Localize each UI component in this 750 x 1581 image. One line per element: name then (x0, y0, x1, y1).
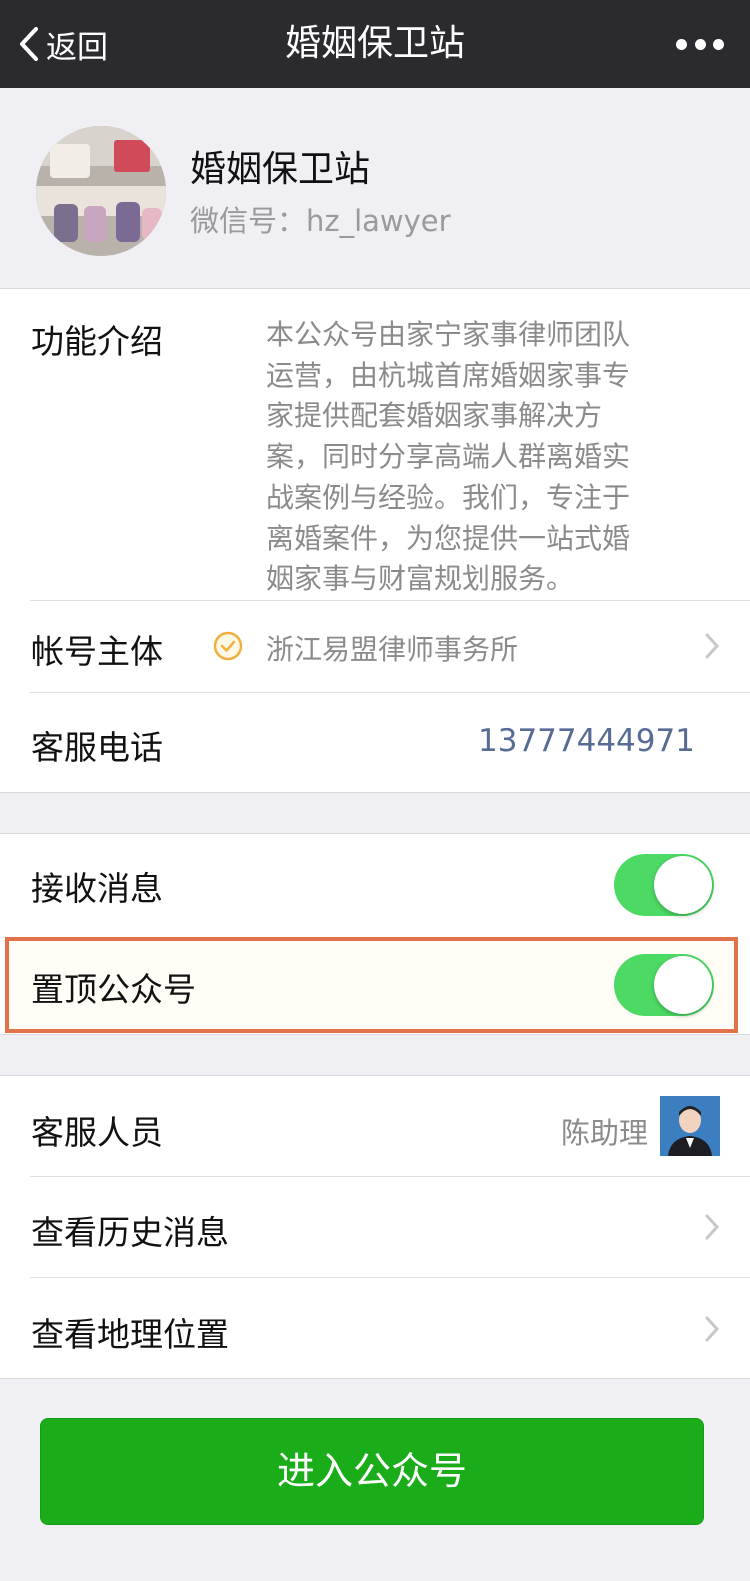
chevron-right-icon (705, 1214, 720, 1240)
account-entity-row[interactable]: 帐号主体 浙江易盟律师事务所 (0, 601, 750, 692)
phone-label: 客服电话 (31, 728, 163, 767)
intro-text: 本公众号由家宁家事律师团队 运营，由杭城首席婚姻家事专 家提供配套婚姻家事解决方… (266, 318, 631, 596)
nav-bar: 返回 婚姻保卫站 (0, 0, 750, 88)
staff-name: 陈助理 (560, 1116, 648, 1150)
more-icon[interactable] (676, 34, 724, 54)
account-avatar[interactable] (36, 126, 166, 256)
page-title: 婚姻保卫站 (284, 23, 465, 64)
chevron-right-icon (705, 633, 720, 659)
chevron-right-icon (705, 1316, 720, 1342)
staff-avatar[interactable] (660, 1096, 720, 1156)
phone-value[interactable]: 13777444971 (478, 723, 695, 759)
staff-row[interactable]: 客服人员 陈助理 (0, 1076, 750, 1176)
enter-account-button[interactable]: 进入公众号 (40, 1418, 704, 1525)
staff-label: 客服人员 (31, 1113, 163, 1152)
pin-account-row: 置顶公众号 (0, 937, 750, 1033)
receive-messages-toggle[interactable] (614, 854, 714, 916)
account-entity-label: 帐号主体 (31, 632, 163, 671)
history-label: 查看历史消息 (31, 1213, 229, 1252)
location-label: 查看地理位置 (31, 1315, 229, 1354)
receive-messages-label: 接收消息 (31, 869, 163, 908)
account-entity-value: 浙江易盟律师事务所 (266, 633, 519, 666)
receive-messages-row: 接收消息 (0, 834, 750, 934)
history-row[interactable]: 查看历史消息 (0, 1177, 750, 1277)
info-group: 功能介绍 本公众号由家宁家事律师团队 运营，由杭城首席婚姻家事专 家提供配套婚姻… (0, 288, 750, 793)
pin-account-label: 置顶公众号 (31, 970, 196, 1009)
more-group: 客服人员 陈助理 查看历史消息 查看地理位置 (0, 1075, 750, 1379)
verified-icon (213, 631, 243, 661)
wechat-id: 微信号：hz_lawyer (190, 204, 451, 238)
pin-account-toggle[interactable] (614, 954, 714, 1016)
phone-row[interactable]: 客服电话 13777444971 (0, 693, 750, 793)
location-row[interactable]: 查看地理位置 (0, 1278, 750, 1379)
profile-header: 婚姻保卫站 微信号：hz_lawyer (0, 88, 750, 288)
account-name: 婚姻保卫站 (190, 149, 371, 190)
intro-label: 功能介绍 (31, 322, 163, 361)
